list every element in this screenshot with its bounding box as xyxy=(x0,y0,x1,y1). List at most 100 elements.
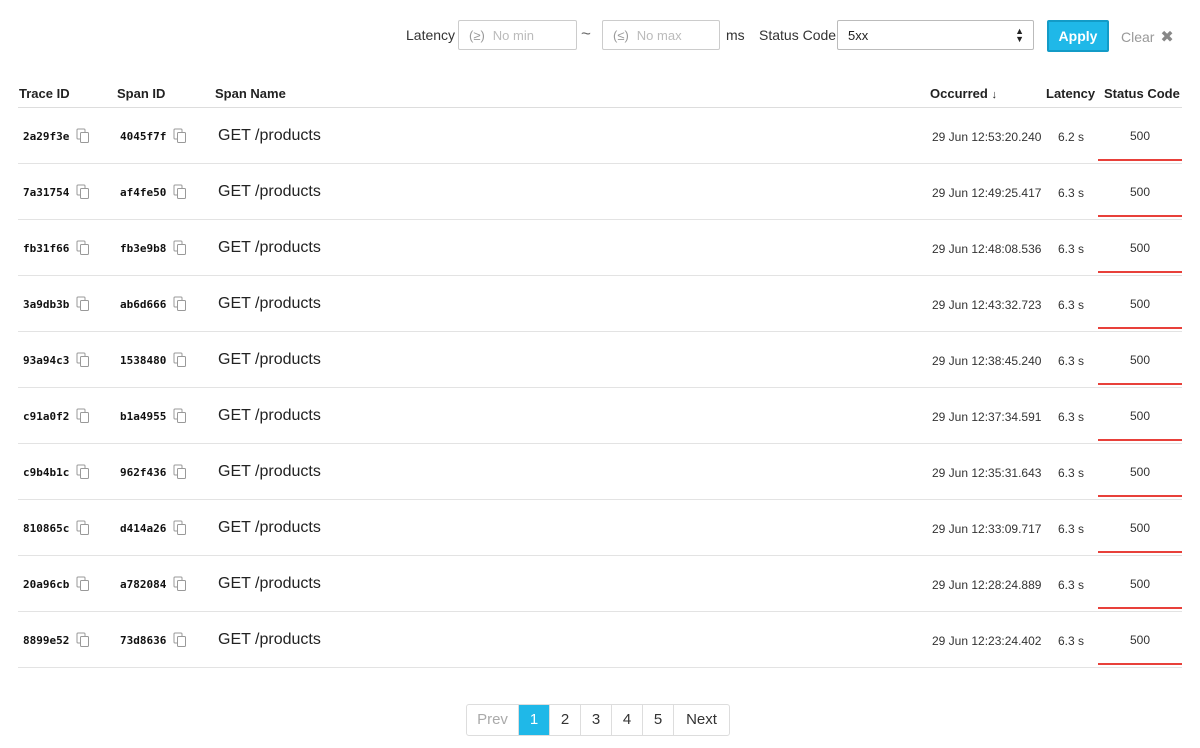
copy-icon[interactable] xyxy=(173,464,187,480)
span-name[interactable]: GET /products xyxy=(218,127,321,145)
span-id[interactable]: a782084 xyxy=(120,578,166,591)
span-name[interactable]: GET /products xyxy=(218,407,321,425)
span-name[interactable]: GET /products xyxy=(218,239,321,257)
span-id[interactable]: 4045f7f xyxy=(120,130,166,143)
status-code-value: 500 xyxy=(1098,465,1182,497)
status-code-value: 500 xyxy=(1098,521,1182,553)
span-id[interactable]: 73d8636 xyxy=(120,634,166,647)
trace-id[interactable]: c9b4b1c xyxy=(23,466,69,479)
copy-icon[interactable] xyxy=(76,520,90,536)
column-header-span-name[interactable]: Span Name xyxy=(215,86,286,101)
copy-icon[interactable] xyxy=(173,296,187,312)
latency-value: 6.3 s xyxy=(1058,522,1085,536)
copy-icon[interactable] xyxy=(173,184,187,200)
trace-id[interactable]: 810865c xyxy=(23,522,69,535)
latency-value: 6.3 s xyxy=(1058,410,1085,424)
min-placeholder: No min xyxy=(492,28,534,43)
latency-value: 6.3 s xyxy=(1058,354,1085,368)
page-button-1[interactable]: 1 xyxy=(519,705,550,735)
copy-icon[interactable] xyxy=(173,352,187,368)
clear-button[interactable]: Clear ✖ xyxy=(1121,27,1174,47)
trace-id[interactable]: 2a29f3e xyxy=(23,130,69,143)
latency-max-input[interactable]: (≤) No max xyxy=(602,20,720,50)
copy-icon[interactable] xyxy=(76,576,90,592)
occurred-time: 29 Jun 12:48:08.536 xyxy=(932,242,1042,256)
table-row[interactable]: c91a0f2 b1a4955 GET /products 29 Jun 12:… xyxy=(18,388,1182,444)
trace-id[interactable]: 93a94c3 xyxy=(23,354,69,367)
column-header-span-id[interactable]: Span ID xyxy=(117,86,165,101)
table-row[interactable]: 8899e52 73d8636 GET /products 29 Jun 12:… xyxy=(18,612,1182,668)
copy-icon[interactable] xyxy=(76,296,90,312)
trace-id[interactable]: 20a96cb xyxy=(23,578,69,591)
prev-page-button[interactable]: Prev xyxy=(467,705,519,735)
span-name[interactable]: GET /products xyxy=(218,519,321,537)
table-row[interactable]: 3a9db3b ab6d666 GET /products 29 Jun 12:… xyxy=(18,276,1182,332)
trace-id[interactable]: fb31f66 xyxy=(23,242,69,255)
latency-min-input[interactable]: (≥) No min xyxy=(458,20,577,50)
occurred-time: 29 Jun 12:38:45.240 xyxy=(932,354,1042,368)
span-name[interactable]: GET /products xyxy=(218,351,321,369)
occurred-time: 29 Jun 12:43:32.723 xyxy=(932,298,1042,312)
copy-icon[interactable] xyxy=(76,184,90,200)
copy-icon[interactable] xyxy=(173,240,187,256)
span-id[interactable]: b1a4955 xyxy=(120,410,166,423)
column-header-status-code[interactable]: Status Code xyxy=(1104,86,1180,101)
table-row[interactable]: 20a96cb a782084 GET /products 29 Jun 12:… xyxy=(18,556,1182,612)
span-name[interactable]: GET /products xyxy=(218,295,321,313)
status-code-value: 500 xyxy=(1098,297,1182,329)
span-name[interactable]: GET /products xyxy=(218,631,321,649)
latency-value: 6.3 s xyxy=(1058,298,1085,312)
column-header-trace-id[interactable]: Trace ID xyxy=(19,86,70,101)
copy-icon[interactable] xyxy=(76,632,90,648)
close-icon: ✖ xyxy=(1160,29,1174,46)
span-name[interactable]: GET /products xyxy=(218,183,321,201)
status-code-select[interactable]: 5xx ▲ ▼ xyxy=(837,20,1034,50)
trace-id[interactable]: 3a9db3b xyxy=(23,298,69,311)
copy-icon[interactable] xyxy=(76,240,90,256)
table-row[interactable]: fb31f66 fb3e9b8 GET /products 29 Jun 12:… xyxy=(18,220,1182,276)
span-id[interactable]: af4fe50 xyxy=(120,186,166,199)
page-button-3[interactable]: 3 xyxy=(581,705,612,735)
table-row[interactable]: 93a94c3 1538480 GET /products 29 Jun 12:… xyxy=(18,332,1182,388)
span-id[interactable]: fb3e9b8 xyxy=(120,242,166,255)
trace-id[interactable]: c91a0f2 xyxy=(23,410,69,423)
page-button-2[interactable]: 2 xyxy=(550,705,581,735)
column-header-latency[interactable]: Latency xyxy=(1046,86,1095,101)
copy-icon[interactable] xyxy=(173,520,187,536)
page-button-4[interactable]: 4 xyxy=(612,705,643,735)
chevron-updown-icon: ▲ ▼ xyxy=(1015,26,1024,44)
status-code-value: 500 xyxy=(1098,129,1182,161)
span-name[interactable]: GET /products xyxy=(218,463,321,481)
latency-value: 6.3 s xyxy=(1058,186,1085,200)
apply-button[interactable]: Apply xyxy=(1047,20,1109,52)
column-header-occurred[interactable]: Occurred ↓ xyxy=(930,86,997,101)
occurred-time: 29 Jun 12:35:31.643 xyxy=(932,466,1042,480)
span-id[interactable]: ab6d666 xyxy=(120,298,166,311)
range-separator: ~ xyxy=(581,24,591,43)
trace-id[interactable]: 8899e52 xyxy=(23,634,69,647)
latency-label: Latency xyxy=(406,27,456,43)
latency-value: 6.3 s xyxy=(1058,578,1085,592)
span-id[interactable]: 962f436 xyxy=(120,466,166,479)
copy-icon[interactable] xyxy=(173,576,187,592)
span-id[interactable]: d414a26 xyxy=(120,522,166,535)
page-button-5[interactable]: 5 xyxy=(643,705,674,735)
trace-id[interactable]: 7a31754 xyxy=(23,186,69,199)
copy-icon[interactable] xyxy=(173,408,187,424)
copy-icon[interactable] xyxy=(173,632,187,648)
copy-icon[interactable] xyxy=(76,128,90,144)
max-placeholder: No max xyxy=(636,28,682,43)
copy-icon[interactable] xyxy=(76,408,90,424)
span-name[interactable]: GET /products xyxy=(218,575,321,593)
span-id[interactable]: 1538480 xyxy=(120,354,166,367)
copy-icon[interactable] xyxy=(76,352,90,368)
next-page-button[interactable]: Next xyxy=(674,705,729,735)
table-row[interactable]: c9b4b1c 962f436 GET /products 29 Jun 12:… xyxy=(18,444,1182,500)
table-row[interactable]: 7a31754 af4fe50 GET /products 29 Jun 12:… xyxy=(18,164,1182,220)
latency-value: 6.2 s xyxy=(1058,130,1085,144)
copy-icon[interactable] xyxy=(76,464,90,480)
table-row[interactable]: 810865c d414a26 GET /products 29 Jun 12:… xyxy=(18,500,1182,556)
copy-icon[interactable] xyxy=(173,128,187,144)
status-code-value: 500 xyxy=(1098,241,1182,273)
table-row[interactable]: 2a29f3e 4045f7f GET /products 29 Jun 12:… xyxy=(18,108,1182,164)
